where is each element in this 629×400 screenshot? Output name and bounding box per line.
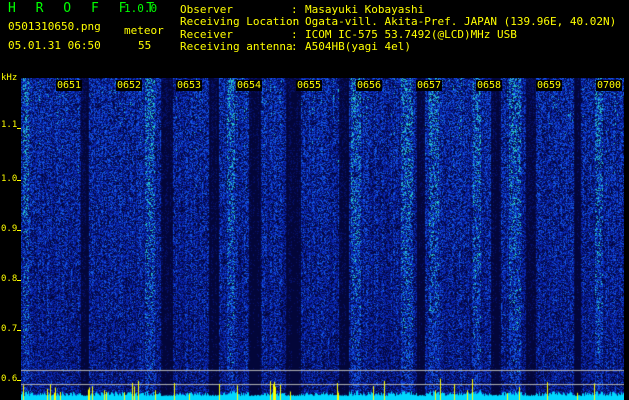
x-tick-label: 0655	[296, 80, 323, 91]
station-info: Observer: Masayuki Kobayashi Receiving Lo…	[180, 3, 617, 54]
date-time: 05.01.31 06:50	[8, 39, 101, 52]
info-separator: :	[291, 15, 298, 29]
file-name: 0501310650.png	[8, 20, 101, 33]
y-axis-unit: kHz	[1, 73, 18, 83]
y-tick-label: 1.1	[1, 120, 18, 130]
x-tick-label: 0659	[536, 80, 563, 91]
spectrogram	[21, 78, 624, 400]
x-tick-label: 0700	[596, 80, 623, 91]
y-tick-label: 0.6	[1, 374, 18, 384]
info-row-antenna: Receiving antenna: A504HB(yagi 4el)	[180, 40, 616, 54]
info-separator: :	[291, 40, 298, 54]
y-tick-label: 1.0	[1, 174, 18, 184]
x-tick-label: 0656	[356, 80, 383, 91]
y-tick-label: 0.7	[1, 324, 18, 334]
info-key: Receiving Location	[180, 15, 300, 29]
app-version: 1.0.0	[124, 2, 158, 15]
x-tick-label: 0651	[56, 80, 83, 91]
meteor-count: 55	[138, 39, 152, 52]
x-tick-label: 0652	[116, 80, 143, 91]
x-tick-label: 0657	[416, 80, 443, 91]
y-tick-label: 0.9	[1, 224, 18, 234]
y-tick-label: 0.8	[1, 274, 18, 284]
info-key: Receiving antenna	[180, 40, 293, 54]
x-tick-label: 0658	[476, 80, 503, 91]
info-row-location: Receiving Location: Ogata-vill. Akita-Pre…	[180, 15, 617, 29]
x-tick-label: 0653	[176, 80, 203, 91]
x-tick-label: 0654	[236, 80, 263, 91]
info-value: A504HB(yagi 4el)	[305, 40, 411, 54]
info-value: Ogata-vill. Akita-Pref. JAPAN (139.96E, …	[305, 15, 617, 29]
frequency-axis: kHz 1.1 1.0 0.9 0.8 0.7 0.6	[0, 70, 21, 400]
meteor-label: meteor	[124, 24, 164, 37]
